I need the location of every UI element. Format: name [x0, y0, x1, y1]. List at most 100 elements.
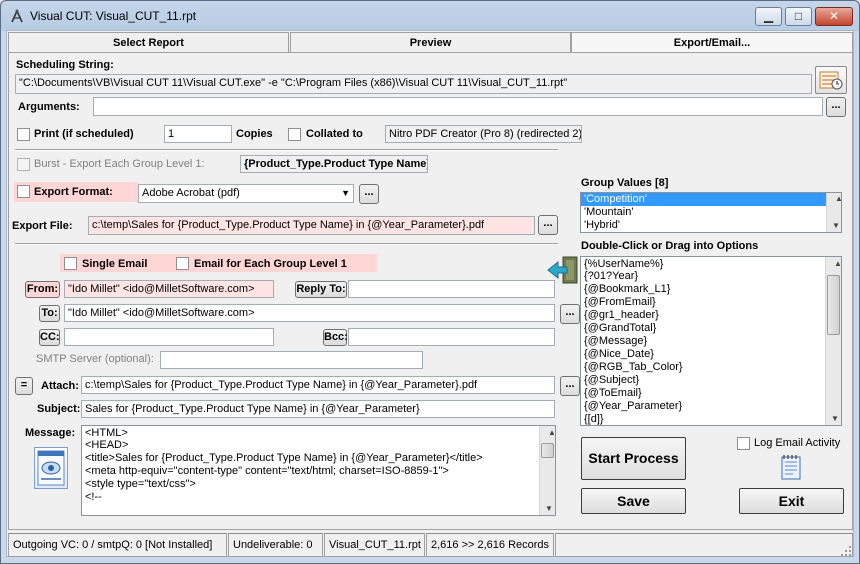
- scheduler-button[interactable]: [815, 66, 847, 94]
- save-button[interactable]: Save: [581, 488, 686, 514]
- list-item[interactable]: {?01?Year}: [581, 270, 841, 283]
- to-button[interactable]: To:: [39, 305, 60, 322]
- bcc-button[interactable]: Bcc:: [323, 329, 348, 346]
- message-line: <HTML>: [85, 427, 128, 439]
- tab-label: Export/Email...: [673, 37, 751, 49]
- collated-checkbox[interactable]: [288, 128, 301, 141]
- message-line: <HEAD>: [85, 439, 129, 451]
- scroll-down-icon[interactable]: ▼: [827, 220, 841, 232]
- list-item[interactable]: 'Hybrid': [581, 219, 841, 232]
- list-item[interactable]: {@Year_Parameter}: [581, 400, 841, 413]
- export-format-label: Export Format:: [34, 186, 113, 198]
- group-values-list[interactable]: 'Competition' 'Mountain' 'Hybrid' ▲ ▼: [580, 192, 842, 233]
- export-format-value: Adobe Acrobat (pdf): [142, 187, 240, 199]
- exit-button[interactable]: Exit: [739, 488, 844, 514]
- arguments-browse-button[interactable]: ...: [826, 97, 846, 117]
- list-item[interactable]: {%UserName%}: [581, 257, 841, 270]
- status-undeliverable: Undeliverable: 0: [228, 533, 323, 557]
- options-list-scrollbar[interactable]: ▲ ▼: [825, 257, 841, 425]
- scroll-thumb[interactable]: [541, 443, 554, 458]
- list-item[interactable]: {@GrandTotal}: [581, 322, 841, 335]
- list-item[interactable]: {@gr1_header}: [581, 309, 841, 322]
- print-checkbox[interactable]: [17, 128, 30, 141]
- list-item-selected[interactable]: 'Competition': [581, 193, 826, 206]
- list-item[interactable]: {[d]}: [581, 413, 841, 425]
- to-input[interactable]: "Ido Millet" <ido@MilletSoftware.com>: [64, 304, 555, 322]
- subject-input[interactable]: Sales for {Product_Type.Product Type Nam…: [81, 400, 555, 418]
- message-line: <!--: [85, 491, 102, 503]
- arguments-input[interactable]: [93, 97, 823, 116]
- tab-preview[interactable]: Preview: [290, 32, 571, 52]
- export-format-options-button[interactable]: ...: [359, 184, 379, 204]
- tab-select-report[interactable]: Select Report: [8, 32, 289, 52]
- email-each-group-checkbox[interactable]: [176, 257, 189, 270]
- message-editor[interactable]: <HTML> <HEAD> <title>Sales for {Product_…: [81, 425, 556, 516]
- message-scrollbar[interactable]: ▲ ▼: [539, 426, 555, 515]
- from-input[interactable]: "Ido Millet" <ido@MilletSoftware.com>: [64, 280, 274, 298]
- list-item[interactable]: {@Bookmark_L1}: [581, 283, 841, 296]
- export-file-browse-button[interactable]: ...: [538, 215, 558, 235]
- options-list[interactable]: {%UserName%} {?01?Year} {@Bookmark_L1} {…: [580, 256, 842, 426]
- attach-input[interactable]: c:\temp\Sales for {Product_Type.Product …: [81, 376, 555, 394]
- group-values-label: Group Values [8]: [581, 177, 669, 189]
- group-values-scrollbar[interactable]: ▲ ▼: [826, 193, 841, 232]
- tab-export-email[interactable]: Export/Email...: [571, 32, 853, 53]
- list-item[interactable]: {@Subject}: [581, 374, 841, 387]
- single-email-checkbox[interactable]: [64, 257, 77, 270]
- list-item[interactable]: 'Mountain': [581, 206, 841, 219]
- smtp-server-label: SMTP Server (optional):: [36, 353, 154, 365]
- burst-checkbox[interactable]: [17, 158, 30, 171]
- html-editor-button[interactable]: [34, 447, 68, 489]
- export-file-input[interactable]: c:\temp\Sales for {Product_Type.Product …: [88, 216, 535, 235]
- tab-label: Select Report: [113, 37, 184, 49]
- copies-input[interactable]: 1: [164, 125, 232, 143]
- log-email-checkbox[interactable]: [737, 437, 750, 450]
- list-item[interactable]: {@FromEmail}: [581, 296, 841, 309]
- list-item[interactable]: {@ToEmail}: [581, 387, 841, 400]
- maximize-button[interactable]: □: [785, 7, 812, 26]
- scroll-down-icon[interactable]: ▼: [826, 412, 841, 425]
- to-browse-button[interactable]: ...: [560, 304, 580, 324]
- list-item[interactable]: {@RGB_Tab_Color}: [581, 361, 841, 374]
- bcc-input[interactable]: [348, 328, 555, 346]
- printer-field[interactable]: Nitro PDF Creator (Pro 8) (redirected 2): [385, 125, 582, 143]
- scroll-down-icon[interactable]: ▼: [540, 502, 555, 515]
- attach-browse-button[interactable]: ...: [560, 376, 580, 396]
- print-label: Print (if scheduled): [34, 128, 134, 140]
- divider: [15, 243, 558, 245]
- minimize-button[interactable]: ▁: [755, 7, 782, 26]
- cc-button[interactable]: CC:: [39, 329, 60, 346]
- log-viewer-button[interactable]: [776, 452, 806, 482]
- export-file-label: Export File:: [12, 220, 73, 232]
- reply-to-button[interactable]: Reply To:: [295, 281, 347, 298]
- attach-label: Attach:: [41, 380, 79, 392]
- list-item[interactable]: {@Nice_Date}: [581, 348, 841, 361]
- single-email-label: Single Email: [82, 258, 148, 270]
- reply-to-input[interactable]: [348, 280, 555, 298]
- message-line: <meta http-equiv="content-type" content=…: [85, 465, 449, 477]
- scroll-up-icon[interactable]: ▲: [830, 193, 841, 205]
- start-process-button[interactable]: Start Process: [581, 437, 686, 480]
- options-list-label: Double-Click or Drag into Options: [581, 240, 759, 252]
- export-format-select[interactable]: Adobe Acrobat (pdf) ▼: [138, 184, 354, 203]
- scroll-thumb[interactable]: [827, 275, 840, 335]
- scheduler-icon: [819, 71, 843, 90]
- equal-button[interactable]: =: [15, 377, 33, 395]
- from-button[interactable]: From:: [25, 281, 60, 298]
- list-item[interactable]: {@Message}: [581, 335, 841, 348]
- collated-label: Collated to: [306, 128, 363, 140]
- message-label: Message:: [25, 427, 76, 439]
- burst-group-field[interactable]: {Product_Type.Product Type Name}: [240, 155, 428, 173]
- app-icon: [11, 9, 23, 23]
- smtp-server-input[interactable]: [160, 351, 423, 369]
- scroll-up-icon[interactable]: ▲: [829, 257, 841, 270]
- scroll-up-icon[interactable]: ▲: [543, 426, 555, 439]
- subject-label: Subject:: [37, 403, 81, 415]
- resize-grip-icon[interactable]: [840, 545, 852, 557]
- close-button[interactable]: ✕: [815, 7, 853, 26]
- cc-input[interactable]: [64, 328, 274, 346]
- burst-label: Burst - Export Each Group Level 1:: [34, 158, 205, 170]
- export-format-checkbox[interactable]: [17, 185, 30, 198]
- insert-arrow-icon[interactable]: [547, 255, 579, 285]
- scheduling-string-field[interactable]: "C:\Documents\VB\Visual CUT 11\Visual CU…: [15, 74, 812, 94]
